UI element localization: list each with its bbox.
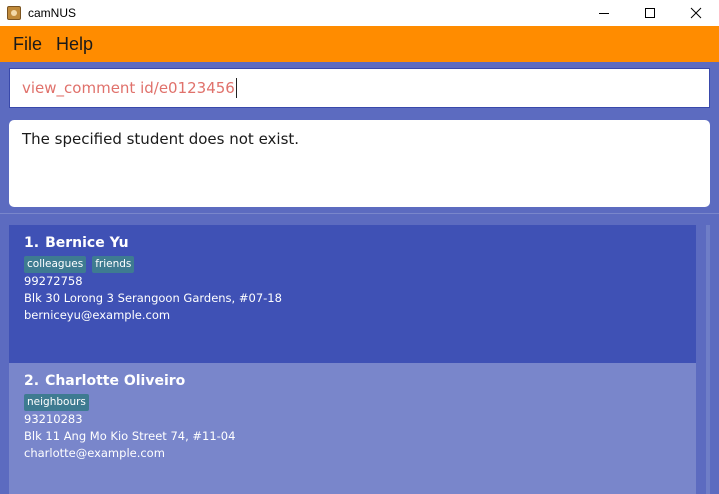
close-button[interactable] xyxy=(673,0,719,26)
minimize-button[interactable] xyxy=(581,0,627,26)
maximize-icon xyxy=(645,8,655,18)
person-name-row: 1. Bernice Yu xyxy=(24,233,696,253)
person-phone: 93210283 xyxy=(24,412,83,426)
menu-file[interactable]: File xyxy=(7,26,50,62)
divider xyxy=(0,213,719,214)
person-list[interactable]: 1. Bernice Yu colleagues friends 99272758… xyxy=(9,225,710,494)
title-bar: camNUS xyxy=(0,0,719,26)
maximize-button[interactable] xyxy=(627,0,673,26)
menu-help[interactable]: Help xyxy=(50,26,101,62)
person-name: Bernice Yu xyxy=(45,235,129,251)
vertical-scrollbar[interactable] xyxy=(706,225,710,494)
person-email: charlotte@example.com xyxy=(24,446,165,460)
tag: colleagues xyxy=(24,256,87,273)
close-icon xyxy=(690,7,702,19)
person-index: 1. xyxy=(24,235,40,251)
menu-bar: File Help xyxy=(0,26,719,62)
command-input-text: view_comment id/e0123456 xyxy=(22,79,235,97)
tag: friends xyxy=(92,256,135,273)
window-title: camNUS xyxy=(28,6,77,20)
person-address: Blk 11 Ang Mo Kio Street 74, #11-04 xyxy=(24,429,236,443)
minimize-icon xyxy=(599,13,609,14)
person-card[interactable]: 2. Charlotte Oliveiro neighbours 93210283… xyxy=(9,363,696,494)
app-logo-icon xyxy=(7,6,21,20)
tag-list: neighbours xyxy=(24,394,696,411)
window-controls xyxy=(581,0,719,26)
result-message: The specified student does not exist. xyxy=(22,130,300,148)
person-name: Charlotte Oliveiro xyxy=(45,373,186,389)
command-input[interactable]: view_comment id/e0123456 xyxy=(9,68,710,108)
person-name-row: 2. Charlotte Oliveiro xyxy=(24,371,696,391)
person-index: 2. xyxy=(24,373,40,389)
text-caret xyxy=(235,78,237,98)
person-phone: 99272758 xyxy=(24,274,83,288)
tag-list: colleagues friends xyxy=(24,256,696,273)
result-display[interactable]: The specified student does not exist. xyxy=(9,120,710,207)
person-card[interactable]: 1. Bernice Yu colleagues friends 99272758… xyxy=(9,225,696,363)
app-window: camNUS File Help view_comment id/e012345… xyxy=(0,0,719,494)
person-address: Blk 30 Lorong 3 Serangoon Gardens, #07-1… xyxy=(24,291,282,305)
tag: neighbours xyxy=(24,394,89,411)
person-email: berniceyu@example.com xyxy=(24,308,171,322)
